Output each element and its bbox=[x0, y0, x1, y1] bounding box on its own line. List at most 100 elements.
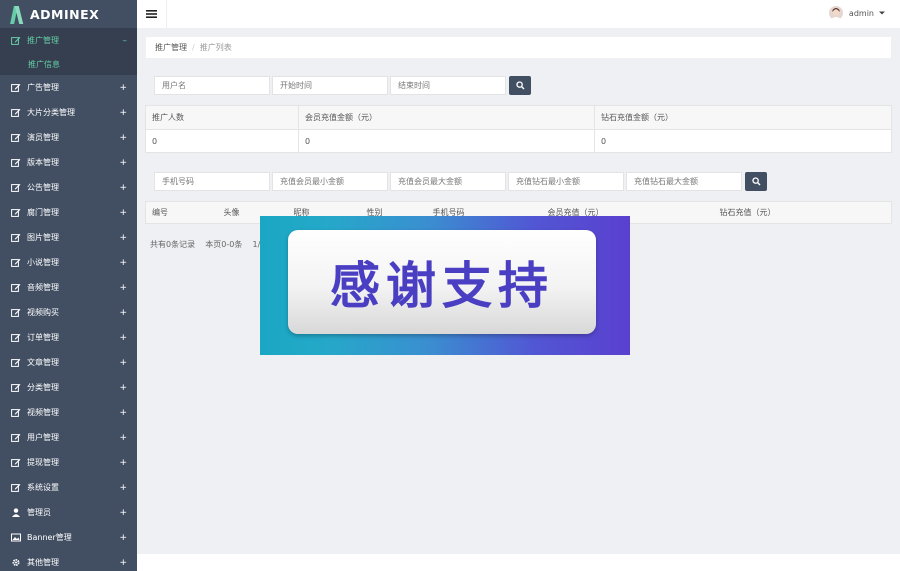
sidebar-item[interactable]: 分类管理 + bbox=[0, 375, 137, 400]
expand-icon[interactable]: + bbox=[119, 558, 127, 568]
search-button-2[interactable] bbox=[745, 172, 767, 191]
sidebar-item-label: 视频购买 bbox=[27, 308, 59, 317]
sidebar-item-label: 腐门管理 bbox=[27, 208, 59, 217]
expand-icon[interactable]: + bbox=[119, 308, 127, 318]
sidebar-item-label: 大片分类管理 bbox=[27, 108, 75, 117]
edit-icon bbox=[11, 83, 21, 92]
sidebar-item-label: 演员管理 bbox=[27, 133, 59, 142]
sidebar-item-label: Banner管理 bbox=[27, 533, 72, 542]
edit-icon bbox=[11, 183, 21, 192]
end-time-input[interactable]: 结束时间 bbox=[390, 76, 506, 95]
expand-icon[interactable]: + bbox=[119, 508, 127, 518]
breadcrumb-current: 推广列表 bbox=[199, 43, 232, 52]
expand-icon[interactable]: + bbox=[119, 208, 127, 218]
sidebar-item[interactable]: 用户管理 + bbox=[0, 425, 137, 450]
vip-min-input[interactable]: 充值会员最小金额 bbox=[272, 172, 388, 191]
edit-icon bbox=[11, 433, 21, 442]
edit-icon bbox=[11, 483, 21, 492]
sidebar-item[interactable]: 版本管理 + bbox=[0, 150, 137, 175]
search-icon bbox=[515, 81, 524, 90]
expand-icon[interactable]: + bbox=[119, 133, 127, 143]
sidebar-item[interactable]: 腐门管理 + bbox=[0, 200, 137, 225]
expand-icon[interactable]: + bbox=[119, 108, 127, 118]
overlay-banner: 感谢支持 bbox=[260, 216, 630, 355]
sidebar-item[interactable]: 小说管理 + bbox=[0, 250, 137, 275]
user-menu[interactable]: admin bbox=[828, 6, 886, 20]
expand-icon[interactable]: + bbox=[119, 158, 127, 168]
hamburger-icon bbox=[146, 10, 157, 18]
logo[interactable]: ADMINEX bbox=[0, 0, 137, 28]
diamond-min-input[interactable]: 充值钻石最小金额 bbox=[508, 172, 624, 191]
avatar bbox=[828, 6, 843, 20]
username: admin bbox=[848, 8, 874, 18]
sidebar-item[interactable]: 视频购买 + bbox=[0, 300, 137, 325]
sidebar-item-label: 音频管理 bbox=[27, 283, 59, 292]
sidebar-item-label: 推广管理 bbox=[27, 36, 59, 45]
sidebar-item-label: 版本管理 bbox=[27, 158, 59, 167]
expand-icon[interactable]: + bbox=[119, 483, 127, 493]
sidebar-item[interactable]: 订单管理 + bbox=[0, 325, 137, 350]
sidebar-item[interactable]: 大片分类管理 + bbox=[0, 100, 137, 125]
table-cell: 0 bbox=[594, 129, 892, 153]
sidebar-item-label: 提现管理 bbox=[27, 458, 59, 467]
pagination-total: 共有0条记录 bbox=[150, 240, 196, 249]
expand-icon[interactable]: + bbox=[119, 533, 127, 543]
expand-icon[interactable]: + bbox=[119, 83, 127, 93]
sidebar-item[interactable]: 文章管理 + bbox=[0, 350, 137, 375]
expand-icon[interactable]: + bbox=[119, 258, 127, 268]
sidebar-item-label: 其他管理 bbox=[27, 558, 59, 567]
banner-text: 感谢支持 bbox=[330, 257, 554, 315]
phone-input[interactable]: 手机号码 bbox=[154, 172, 270, 191]
vip-max-input[interactable]: 充值会员最大金额 bbox=[390, 172, 506, 191]
sidebar-item[interactable]: 图片管理 + bbox=[0, 225, 137, 250]
expand-icon[interactable]: + bbox=[119, 183, 127, 193]
expand-icon[interactable]: + bbox=[119, 333, 127, 343]
sidebar-item[interactable]: 公告管理 + bbox=[0, 175, 137, 200]
table-cell: 0 bbox=[145, 129, 299, 153]
logo-mark-icon bbox=[10, 4, 24, 24]
diamond-max-input[interactable]: 充值钻石最大金额 bbox=[626, 172, 742, 191]
sidebar-item[interactable]: 视频管理 + bbox=[0, 400, 137, 425]
column-header: 钻石充值金额（元） bbox=[594, 105, 892, 130]
expand-icon[interactable]: + bbox=[119, 383, 127, 393]
sidebar-item-label: 系统设置 bbox=[27, 483, 59, 492]
menu-toggle-button[interactable] bbox=[137, 0, 167, 28]
sidebar-item[interactable]: 其他管理 + bbox=[0, 550, 137, 571]
expand-icon[interactable]: + bbox=[119, 458, 127, 468]
edit-icon bbox=[11, 408, 21, 417]
sidebar-item[interactable]: 系统设置 + bbox=[0, 475, 137, 500]
sidebar-subitem[interactable]: 推广信息 bbox=[0, 53, 137, 75]
sidebar-item[interactable]: 演员管理 + bbox=[0, 125, 137, 150]
table-cell: 0 bbox=[298, 129, 595, 153]
sidebar-item[interactable]: 管理员 + bbox=[0, 500, 137, 525]
collapse-icon[interactable]: – bbox=[123, 36, 128, 46]
sidebar-item[interactable]: 音频管理 + bbox=[0, 275, 137, 300]
expand-icon[interactable]: + bbox=[119, 233, 127, 243]
edit-icon bbox=[11, 358, 21, 367]
edit-icon bbox=[11, 36, 21, 45]
summary-table: 推广人数 会员充值金额（元） 钻石充值金额（元） 0 0 0 bbox=[145, 105, 892, 153]
edit-icon bbox=[11, 283, 21, 292]
footer bbox=[137, 554, 900, 571]
edit-icon bbox=[11, 458, 21, 467]
sidebar-item[interactable]: 提现管理 + bbox=[0, 450, 137, 475]
start-time-input[interactable]: 开始时间 bbox=[272, 76, 388, 95]
banner-card: 感谢支持 bbox=[288, 230, 596, 334]
expand-icon[interactable]: + bbox=[119, 358, 127, 368]
breadcrumb-parent[interactable]: 推广管理 bbox=[155, 42, 187, 53]
table-row: 0 0 0 bbox=[145, 129, 892, 153]
edit-icon bbox=[11, 383, 21, 392]
sidebar-item-label: 管理员 bbox=[27, 508, 51, 517]
sidebar-item[interactable]: 广告管理 + bbox=[0, 75, 137, 100]
search-icon bbox=[751, 177, 760, 186]
expand-icon[interactable]: + bbox=[119, 433, 127, 443]
sidebar-item[interactable]: 推广管理 – bbox=[0, 28, 137, 53]
username-input[interactable]: 用户名 bbox=[154, 76, 270, 95]
search-button[interactable] bbox=[509, 76, 531, 95]
expand-icon[interactable]: + bbox=[119, 283, 127, 293]
sidebar-item[interactable]: Banner管理 + bbox=[0, 525, 137, 550]
pagination: 共有0条记录 本页0-0条 1/ bbox=[150, 239, 260, 250]
expand-icon[interactable]: + bbox=[119, 408, 127, 418]
pagination-range: 本页0-0条 bbox=[205, 240, 243, 249]
edit-icon bbox=[11, 233, 21, 242]
